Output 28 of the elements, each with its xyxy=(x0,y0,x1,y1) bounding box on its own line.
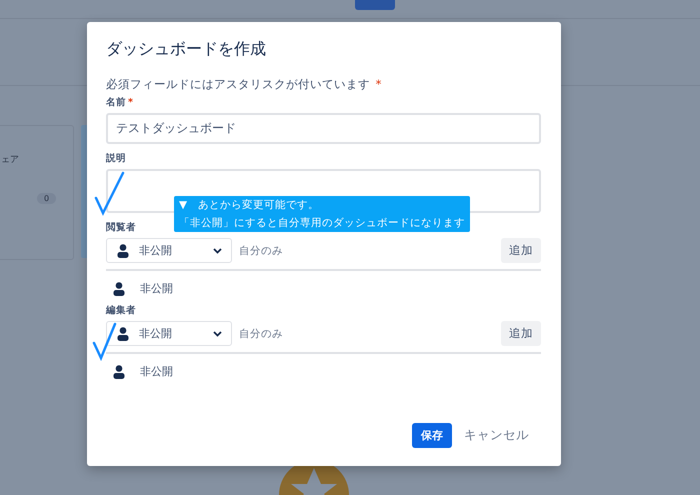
chevron-down-icon xyxy=(213,248,222,254)
add-button[interactable]: 追加 xyxy=(501,238,541,263)
field-label: 名前 * xyxy=(106,96,133,110)
user-icon xyxy=(117,326,129,340)
card-title: ェア xyxy=(1,154,19,166)
required-note: 必須フィールドにはアスタリスクが付いています * xyxy=(106,76,382,92)
user-icon xyxy=(113,282,125,296)
name-input[interactable]: テストダッシュボード xyxy=(106,113,541,144)
count-badge: 0 xyxy=(37,193,56,204)
chevron-down-icon xyxy=(213,330,222,336)
checkmark-annotation xyxy=(91,321,117,361)
dialog-title: ダッシュボードを作成 xyxy=(106,38,267,60)
add-button[interactable]: 追加 xyxy=(501,321,541,346)
cancel-link[interactable]: キャンセル xyxy=(460,427,533,444)
hint-text: 自分のみ xyxy=(239,244,284,258)
hint-text: 自分のみ xyxy=(239,326,284,340)
field-label: 説明 xyxy=(106,152,126,166)
user-icon xyxy=(117,244,129,258)
checkmark-annotation xyxy=(93,170,125,216)
visibility-select[interactable]: 非公開 xyxy=(106,238,232,263)
field-label: 閲覧者 xyxy=(106,221,136,235)
annotation-tooltip: ▼ あとから変更可能です。 「非公開」にすると自分専用のダッシュボードになります xyxy=(174,196,470,232)
field-label: 編集者 xyxy=(106,304,136,318)
save-button[interactable]: 保存 xyxy=(412,423,452,448)
permission-entry: 非公開 xyxy=(140,281,173,296)
permission-entry: 非公開 xyxy=(140,364,173,379)
visibility-select[interactable]: 非公開 xyxy=(106,321,232,346)
user-icon xyxy=(113,364,125,378)
